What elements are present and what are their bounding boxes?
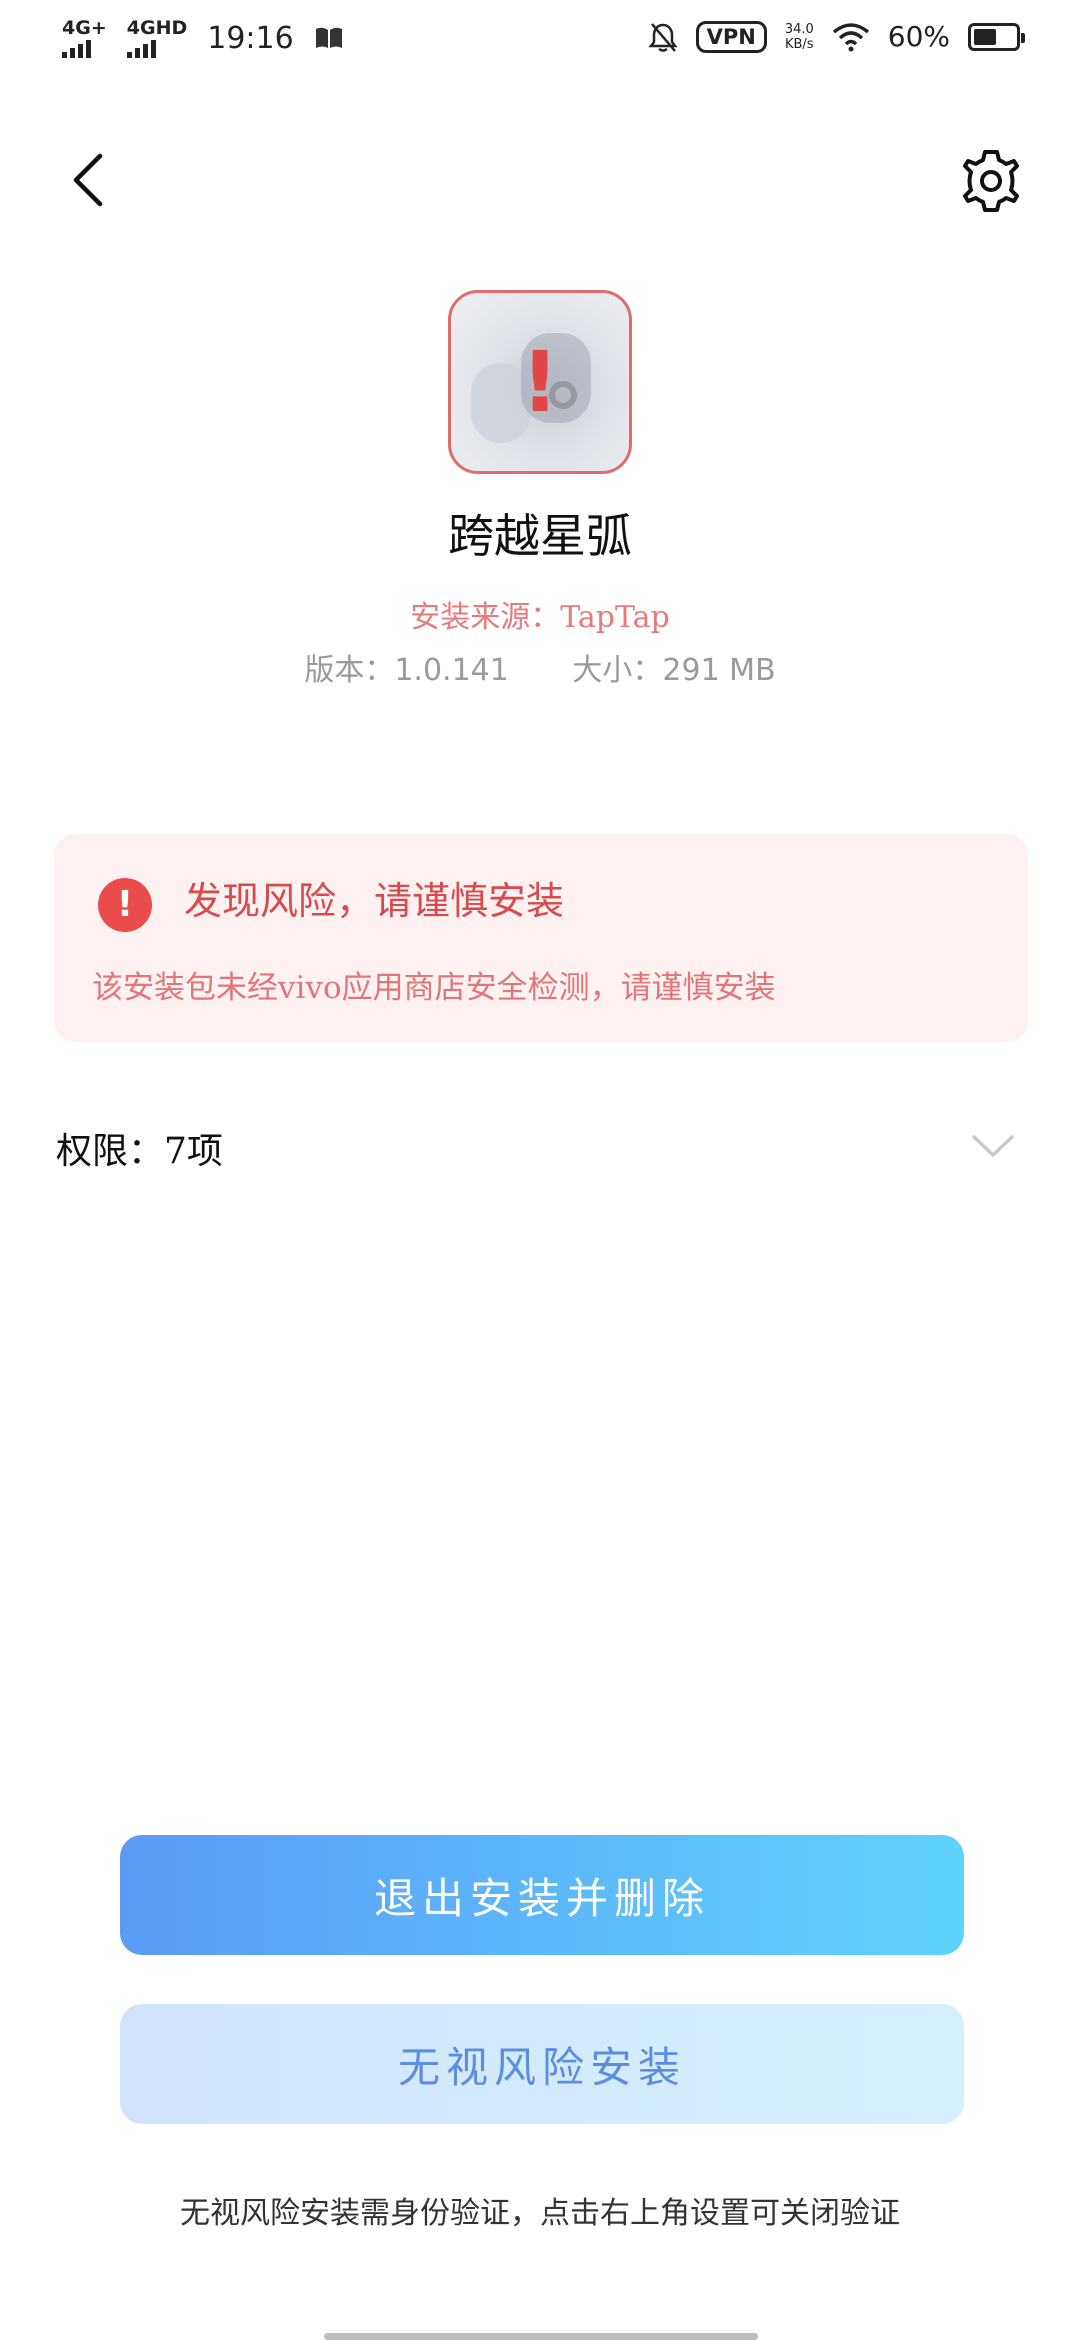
chevron-down-icon[interactable]: [970, 1132, 1016, 1160]
status-bar-left: 4G+ 4GHD 19:16: [62, 18, 344, 58]
cellular-signal-1: 4G+: [62, 18, 107, 58]
app-meta: 版本：1.0.141 大小：291 MB: [0, 645, 1080, 689]
home-indicator[interactable]: [324, 2333, 758, 2340]
status-bar-right: VPN 34.0 KB/s 60%: [648, 20, 1025, 53]
permissions-label[interactable]: 权限：7项: [56, 1122, 223, 1174]
warning-exclamation-icon: !: [520, 333, 560, 431]
app-version: 版本：1.0.141: [304, 653, 509, 688]
cellular-signal-2: 4GHD: [126, 17, 188, 58]
risk-warning-card: ! 发现风险，请谨慎安装 该安装包未经vivo应用商店安全检测，请谨慎安装: [54, 834, 1028, 1042]
speed-value: 34.0: [784, 21, 814, 37]
network-speed: 34.0 KB/s: [785, 22, 814, 52]
network-type-1: 4G+: [62, 17, 107, 39]
exit-and-delete-button[interactable]: 退出安装并删除: [120, 1835, 964, 1955]
signal-bars-icon: [62, 40, 91, 58]
bell-off-icon: [648, 22, 678, 52]
battery-fill: [974, 28, 996, 45]
speed-unit: KB/s: [784, 36, 814, 52]
app-name: 跨越星弧: [448, 509, 632, 563]
install-risk-page: 4G+ 4GHD 19:16 VPN 34.0 KB/s 60% ! 跨越星弧 …: [0, 0, 1080, 2340]
clock: 19:16: [207, 20, 294, 56]
signal-bars-icon: [126, 40, 156, 58]
book-icon: [315, 27, 342, 48]
battery-icon: [968, 22, 1025, 51]
alert-icon: !: [98, 878, 152, 932]
vpn-badge: VPN: [695, 20, 767, 53]
ignore-risk-install-button[interactable]: 无视风险安装: [120, 2004, 964, 2124]
back-icon[interactable]: [66, 150, 116, 210]
wifi-icon: [832, 22, 869, 51]
risk-warning-title: 发现风险，请谨慎安装: [184, 879, 565, 923]
network-type-2: 4GHD: [126, 17, 188, 39]
app-icon: !: [448, 290, 632, 474]
gear-icon[interactable]: [958, 148, 1024, 214]
battery-nub: [1021, 32, 1025, 43]
battery-percent: 60%: [887, 20, 950, 53]
verification-hint: 无视风险安装需身份验证，点击右上角设置可关闭验证: [180, 2196, 900, 2231]
status-bar: 4G+ 4GHD 19:16 VPN 34.0 KB/s 60%: [0, 0, 1080, 80]
app-size: 大小：291 MB: [572, 653, 776, 688]
risk-warning-description: 该安装包未经vivo应用商店安全检测，请谨慎安装: [92, 970, 776, 1006]
install-source: 安装来源：TapTap: [410, 600, 670, 635]
